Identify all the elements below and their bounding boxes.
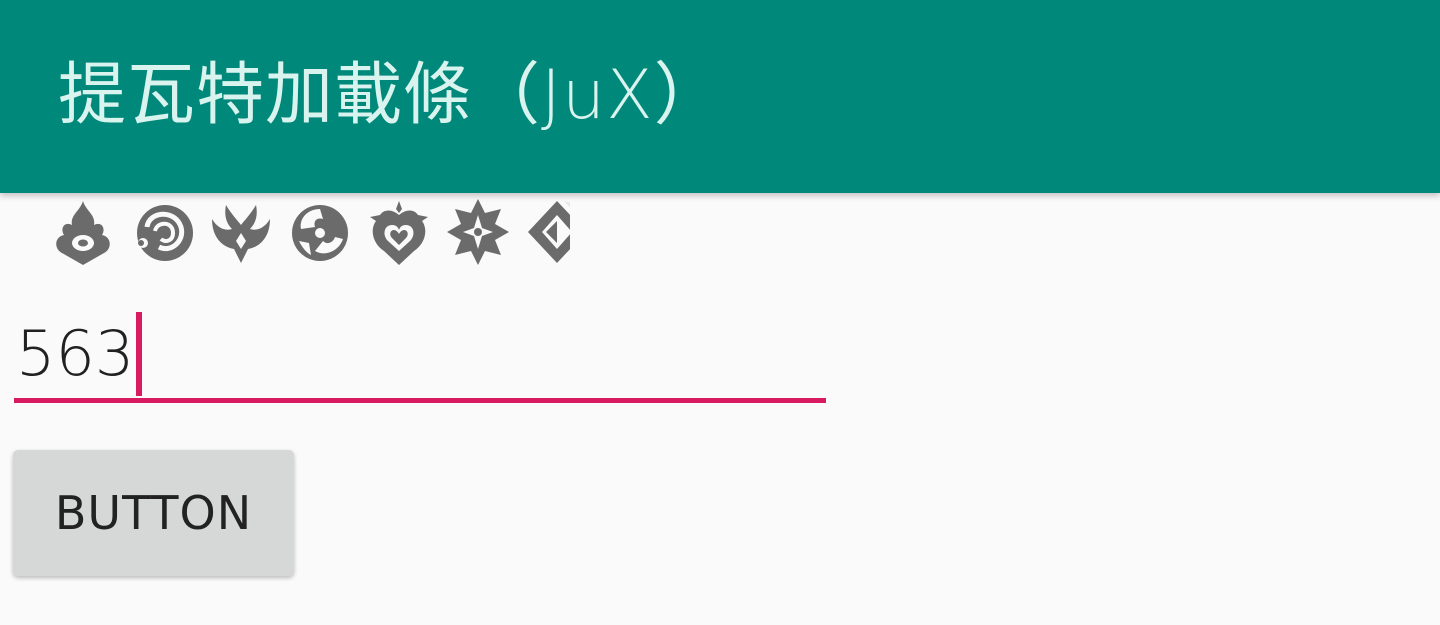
- pyro-icon: [50, 197, 116, 267]
- cryo-icon: [445, 197, 511, 267]
- electro-icon: [287, 197, 353, 267]
- action-button[interactable]: BUTTON: [13, 450, 294, 576]
- number-input-value: 563: [16, 317, 135, 390]
- app-title: 提瓦特加載條（JuX）: [58, 56, 723, 135]
- dendro-icon: [366, 197, 432, 267]
- anemo-icon: [208, 197, 274, 267]
- number-input-field[interactable]: 563: [14, 300, 826, 406]
- text-cursor: [136, 312, 143, 396]
- element-icon-row: [50, 196, 570, 268]
- input-underline: [14, 398, 826, 403]
- app-bar: 提瓦特加載條（JuX）: [0, 0, 1440, 193]
- geo-icon: [524, 197, 570, 267]
- hydro-icon: [129, 197, 195, 267]
